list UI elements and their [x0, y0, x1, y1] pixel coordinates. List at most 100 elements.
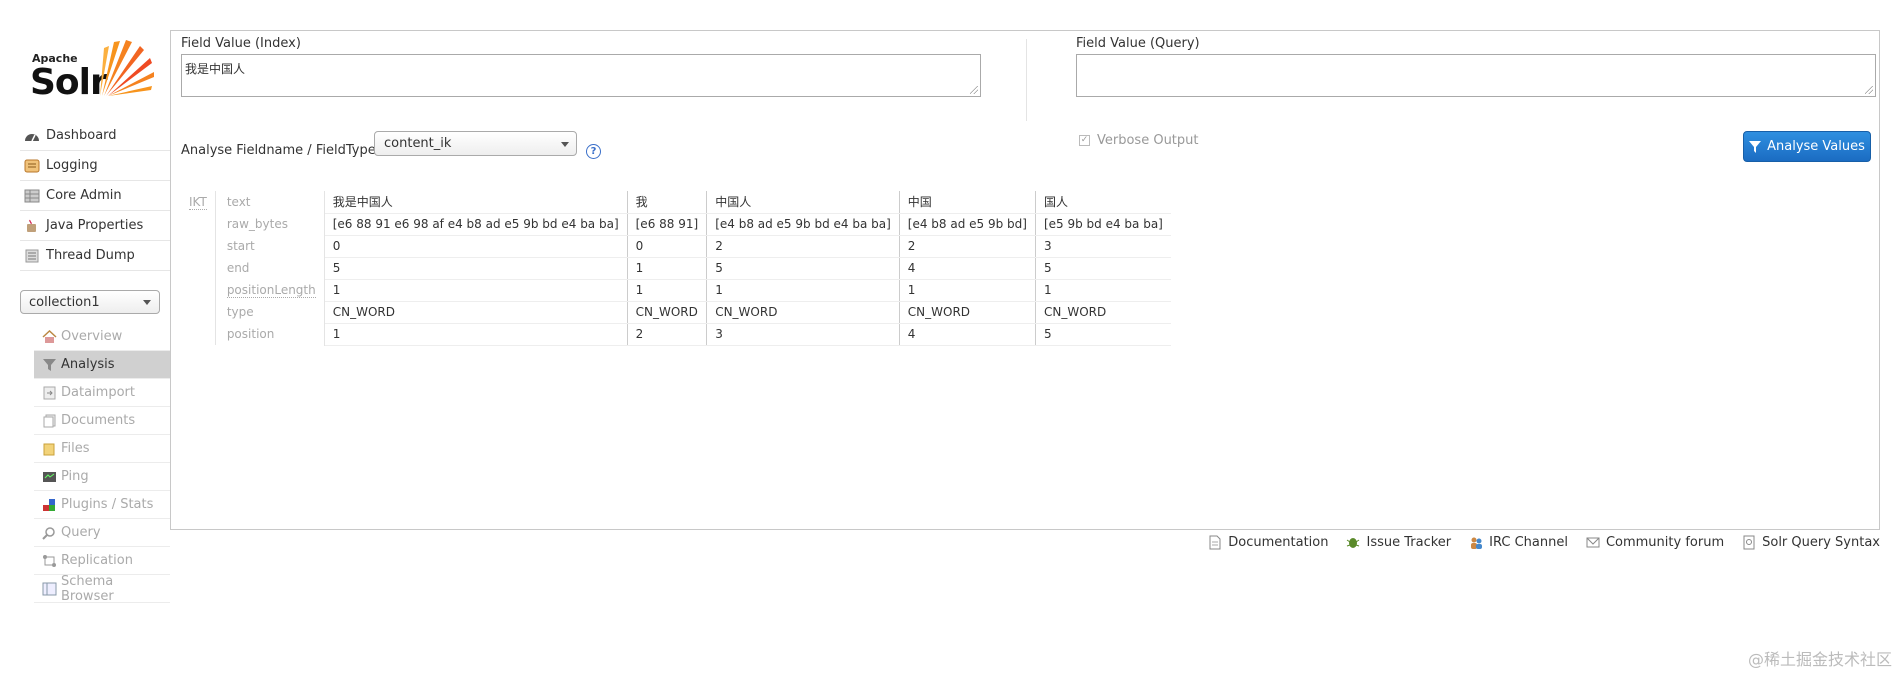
token-raw_bytes: [e6 88 91]	[626, 213, 707, 236]
analysis-row-raw_bytes: raw_bytes [e6 88 91 e6 98 af e4 b8 ad e5 …	[181, 213, 1171, 236]
sidebar: Apache Solr Dashboard Logging Core Admin Ja…	[0, 0, 170, 682]
verbose-output-checkbox[interactable]: ✓ Verbose Output	[1079, 133, 1199, 148]
token-type: CN_WORD	[706, 301, 900, 324]
core-nav-item-documents[interactable]: Documents	[34, 407, 170, 435]
core-nav-item-label: Files	[61, 441, 90, 456]
bug-icon	[1346, 535, 1360, 550]
footer-link-irc-channel[interactable]: IRC Channel	[1469, 535, 1568, 550]
schema-icon	[42, 582, 57, 596]
core-selector-value: collection1	[29, 294, 100, 310]
footer-link-label: Community forum	[1605, 535, 1725, 550]
attribute-key-label: position	[226, 327, 275, 341]
core-nav-item-replication[interactable]: Replication	[34, 547, 170, 575]
nav-item-thread-dump[interactable]: Thread Dump	[20, 241, 170, 271]
nav-item-label: Java Properties	[46, 218, 144, 233]
token-text: 我是中国人	[324, 191, 628, 214]
analysis-row-positionLength: positionLength 1 1 1 1 1	[181, 279, 1171, 302]
resize-grip-icon[interactable]	[970, 86, 978, 94]
core-nav-item-analysis[interactable]: Analysis	[34, 351, 170, 379]
nav-item-label: Dashboard	[46, 128, 117, 143]
attribute-key: raw_bytes	[215, 213, 325, 235]
nav-item-logging[interactable]: Logging	[20, 151, 170, 181]
attribute-key-label: raw_bytes	[226, 217, 288, 231]
attribute-key: positionLength	[215, 279, 325, 301]
token-start: 0	[626, 235, 707, 258]
core-nav-item-plugins-stats[interactable]: Plugins / Stats	[34, 491, 170, 519]
mail-icon	[1586, 535, 1600, 550]
attribute-key: end	[215, 257, 325, 279]
analysis-row-text: IKT text 我是中国人我中国人 中国 国人	[181, 191, 1171, 345]
analyse-values-label: Analyse Values	[1767, 139, 1865, 154]
attribute-key: type	[215, 301, 325, 323]
replication-icon	[42, 554, 57, 568]
search-icon	[42, 526, 57, 540]
nav-item-label: Core Admin	[46, 188, 122, 203]
token-type: CN_WORD	[324, 301, 628, 324]
watermark: @稀土掘金技术社区	[1747, 650, 1892, 669]
verbose-output-label: Verbose Output	[1097, 133, 1199, 148]
nav-item-dashboard[interactable]: Dashboard	[20, 121, 170, 151]
tokenizer-label: IKT	[189, 195, 207, 210]
dashboard-icon	[24, 129, 40, 143]
query-field-input[interactable]	[1076, 54, 1876, 97]
ping-icon	[42, 470, 57, 484]
core-nav-item-dataimport[interactable]: Dataimport	[34, 379, 170, 407]
analysis-panel: Field Value (Index) 我是中国人 Field Value (Q…	[170, 30, 1880, 530]
index-field-value: 我是中国人	[185, 62, 246, 76]
footer-link-issue-tracker[interactable]: Issue Tracker	[1346, 535, 1451, 550]
token-end: 5	[324, 257, 628, 280]
footer-link-community-forum[interactable]: Community forum	[1586, 535, 1724, 550]
analysis-table: IKT text 我是中国人我中国人 中国 国人 raw_bytes [e6 88 91 e…	[181, 191, 1171, 346]
solr-logo[interactable]: Apache Solr	[28, 36, 154, 106]
fieldtype-label: Analyse Fieldname / FieldType:	[181, 143, 381, 158]
token-end: 5	[706, 257, 900, 280]
core-nav-item-overview[interactable]: Overview	[34, 323, 170, 351]
core-nav-item-files[interactable]: Files	[34, 435, 170, 463]
token-raw_bytes: [e5 9b bd e4 ba ba]	[1034, 213, 1171, 236]
resize-grip-icon[interactable]	[1865, 86, 1873, 94]
token-position: 4	[898, 323, 1036, 346]
core-nav: Overview Analysis Dataimport Documents Files…	[34, 323, 170, 604]
token-positionLength: 1	[706, 279, 900, 302]
folder-icon	[42, 442, 57, 456]
analysis-row-type: type CN_WORD CN_WORD CN_WORD CN_WORD CN_WORD	[181, 301, 1171, 324]
token-type: CN_WORD	[626, 301, 707, 324]
document-icon	[1208, 535, 1222, 550]
index-field-label: Field Value (Index)	[181, 36, 301, 51]
footer-link-documentation[interactable]: Documentation	[1208, 535, 1328, 550]
java-icon	[24, 219, 40, 233]
core-nav-item-label: Dataimport	[61, 385, 135, 400]
core-admin-icon	[24, 189, 40, 203]
fieldtype-select[interactable]: content_ik	[374, 131, 577, 156]
query-field-label: Field Value (Query)	[1076, 36, 1200, 51]
analysis-row-end: end 5 1 5 4 5	[181, 257, 1171, 280]
nav-item-core-admin[interactable]: Core Admin	[20, 181, 170, 211]
core-nav-item-label: Query	[61, 525, 101, 540]
footer-link-solr-query-syntax[interactable]: Solr Query Syntax	[1742, 535, 1880, 550]
main-nav: Dashboard Logging Core Admin Java Propertie…	[20, 121, 170, 271]
analyse-values-button[interactable]: Analyse Values	[1743, 131, 1871, 162]
nav-item-java-properties[interactable]: Java Properties	[20, 211, 170, 241]
core-nav-item-label: Ping	[61, 469, 89, 484]
tokenizer-name[interactable]: IKT	[181, 191, 216, 345]
token-position: 1	[324, 323, 628, 346]
core-nav-item-schema-browser[interactable]: Schema Browser	[34, 574, 170, 604]
dataimport-icon	[42, 386, 57, 400]
index-field-input[interactable]: 我是中国人	[181, 54, 981, 97]
core-nav-item-ping[interactable]: Ping	[34, 463, 170, 491]
attribute-key-label: text	[226, 195, 251, 209]
irc-icon	[1469, 535, 1483, 550]
token-type: CN_WORD	[898, 301, 1036, 324]
token-type: CN_WORD	[1034, 301, 1171, 324]
help-icon[interactable]: ?	[586, 144, 601, 159]
core-nav-item-query[interactable]: Query	[34, 519, 170, 547]
checkbox-checked-icon[interactable]: ✓	[1079, 135, 1090, 146]
thread-dump-icon	[24, 249, 40, 263]
token-position: 3	[706, 323, 900, 346]
nav-item-label: Thread Dump	[46, 248, 135, 263]
column-divider	[1026, 39, 1027, 121]
core-selector[interactable]: collection1	[20, 290, 160, 314]
token-text: 中国人	[706, 191, 900, 214]
attribute-key: position	[215, 323, 325, 345]
token-start: 0	[324, 235, 628, 258]
